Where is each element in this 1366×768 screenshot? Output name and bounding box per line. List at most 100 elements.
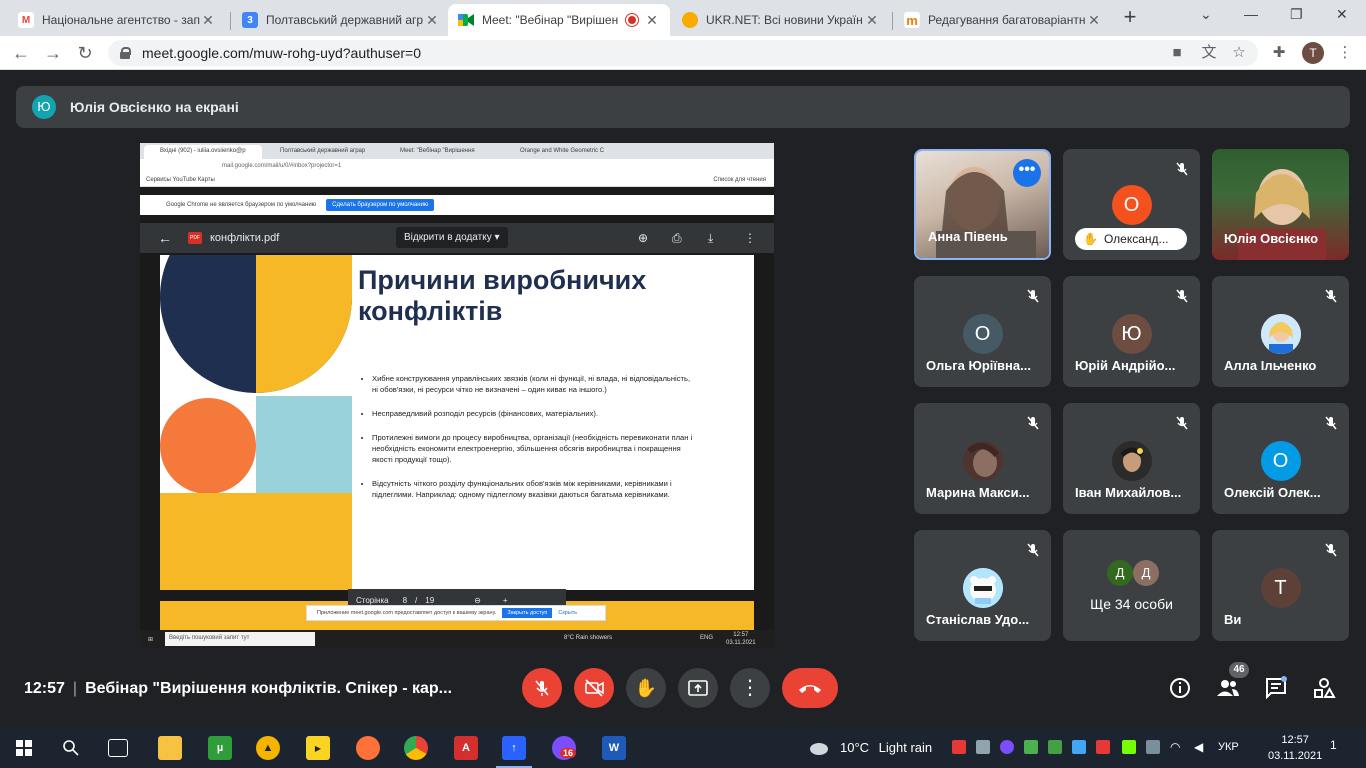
wifi-icon[interactable]: ◠ (1170, 740, 1184, 754)
close-tab-icon[interactable]: ✕ (424, 12, 440, 29)
inner-reading-list: Список для чтения (713, 177, 766, 183)
tab-title: Полтавський державний агр (266, 13, 424, 27)
browser-tab-agency[interactable]: M Національне агентство - зап ✕ (8, 4, 226, 36)
participant-tile-anna[interactable]: ••• Анна Півень (914, 149, 1051, 260)
participant-tile-alla[interactable]: Алла Ільченко (1212, 276, 1349, 387)
participant-photo-avatar (962, 568, 1003, 608)
word-icon[interactable]: W (602, 736, 626, 760)
tray-shield-icon[interactable] (1048, 740, 1062, 754)
close-tab-icon[interactable]: ✕ (200, 12, 216, 29)
tab-title: Редагування багатоваріантн (928, 13, 1086, 27)
pdf-viewer-toolbar: ← PDF конфлікти.pdf Відкрити в додатку ▾… (140, 223, 774, 253)
inner-weather: 8°C Rain showers (564, 635, 613, 641)
tray-app-icon[interactable] (952, 740, 966, 754)
profile-avatar[interactable]: T (1302, 42, 1324, 64)
others-count-label: Ще 34 особи (1090, 596, 1173, 612)
weather-status[interactable]: 10°C Light rain (840, 740, 932, 755)
archicad-icon[interactable]: ▲ (256, 736, 280, 760)
browser-tab-university[interactable]: 3 Полтавський державний агр ✕ (232, 4, 450, 36)
camera-toggle-button[interactable] (574, 668, 614, 708)
raised-hand-icon: ✋ (1083, 232, 1098, 246)
extensions-icon[interactable]: ✚ (1270, 44, 1288, 62)
tray-app-icon[interactable] (976, 740, 990, 754)
notifications-icon[interactable]: 1 (1330, 738, 1348, 756)
participant-tile-others[interactable]: Д Д Ще 34 особи (1063, 530, 1200, 641)
close-window-icon[interactable]: ✕ (1336, 6, 1348, 23)
reload-icon[interactable]: ↻ (74, 42, 96, 64)
address-bar[interactable]: meet.google.com/muw-rohg-uyd?authuser=0 (108, 40, 1258, 66)
tray-app-icon[interactable] (1096, 740, 1110, 754)
inner-notice-text: Google Chrome не является браузером по у… (166, 202, 317, 208)
windows-start-icon[interactable] (16, 740, 32, 756)
inner-default-button: Сделать браузером по умолчанию (326, 199, 435, 211)
tray-app-icon[interactable] (1024, 740, 1038, 754)
tray-nvidia-icon[interactable] (1122, 740, 1136, 754)
participant-tile-ivan[interactable]: Іван Михайлов... (1063, 403, 1200, 514)
screen-share-notice: Приложение meet.google.com предоставляет… (306, 605, 606, 621)
chrome-icon[interactable] (404, 736, 428, 760)
search-icon[interactable] (62, 739, 80, 757)
slide-title: Причини виробничих конфліктів (358, 265, 647, 326)
leave-call-button[interactable] (782, 668, 838, 708)
more-options-icon[interactable]: ••• (1013, 159, 1041, 187)
activities-icon[interactable] (1312, 676, 1336, 700)
close-tab-icon[interactable]: ✕ (1086, 12, 1102, 29)
present-screen-button[interactable] (678, 668, 718, 708)
browser-tab-meet[interactable]: Meet: "Вебінар "Вирішен ✕ (448, 4, 670, 36)
raise-hand-button[interactable]: ✋ (626, 668, 666, 708)
participant-tile-stanislav[interactable]: Станіслав Удо... (914, 530, 1051, 641)
tab-search-icon[interactable]: ⌄ (1200, 6, 1212, 23)
volume-icon[interactable]: ◀ (1194, 740, 1208, 754)
info-icon[interactable] (1168, 676, 1192, 700)
mic-off-icon (535, 680, 549, 696)
active-app-icon[interactable]: ↑ (496, 736, 532, 768)
participant-tile-maryna[interactable]: Марина Макси... (914, 403, 1051, 514)
browser-tab-ukrnet[interactable]: UKR.NET: Всі новини Україн ✕ (672, 4, 890, 36)
camera-icon[interactable]: ■ (1168, 44, 1186, 62)
player-icon[interactable]: ▶ (306, 736, 330, 760)
close-tab-icon[interactable]: ✕ (864, 12, 880, 29)
utorrent-icon[interactable]: µ (208, 736, 232, 760)
participant-tile-oleksandr[interactable]: О ✋ Олександ... (1063, 149, 1200, 260)
slide-bullet: Хибне конструювання управлінських звязкі… (372, 373, 697, 395)
people-icon[interactable] (1216, 676, 1240, 700)
tab-divider (230, 12, 231, 30)
participant-tile-olha[interactable]: О Ольга Юріївна... (914, 276, 1051, 387)
inner-date: 03.11.2021 (726, 640, 756, 646)
tray-app-icon[interactable] (1072, 740, 1086, 754)
ukrnet-icon (682, 12, 698, 28)
keyboard-language[interactable]: УКР (1218, 741, 1239, 753)
meet-control-bar: 12:57 | Вебінар "Вирішення конфліктів. Спі… (0, 660, 1366, 718)
tray-viber-icon[interactable] (1000, 740, 1014, 754)
pdf-file-name: конфлікти.pdf (210, 232, 280, 244)
mic-toggle-button[interactable] (522, 668, 562, 708)
acrobat-icon[interactable]: A (454, 736, 478, 760)
mic-off-icon (1027, 543, 1039, 557)
more-options-button[interactable]: ⋮ (730, 668, 770, 708)
participant-tile-oleksii[interactable]: О Олексій Олек... (1212, 403, 1349, 514)
inner-lang: ENG (700, 635, 714, 641)
bookmark-star-icon[interactable]: ☆ (1230, 44, 1248, 62)
participant-tile-yuliia[interactable]: Юлія Овсієнко (1212, 149, 1349, 260)
browser-tab-moodle[interactable]: m Редагування багатоваріантн ✕ (894, 4, 1112, 36)
restore-icon[interactable]: ❐ (1290, 6, 1303, 23)
system-clock[interactable]: 12:57 03.11.2021 (1268, 732, 1322, 764)
participant-tile-self[interactable]: Т Ви (1212, 530, 1349, 641)
forward-icon[interactable]: → (42, 42, 64, 64)
minimize-icon[interactable]: — (1244, 6, 1258, 22)
tray-app-icon[interactable] (1146, 740, 1160, 754)
participant-tile-yurii[interactable]: Ю Юрій Андрійо... (1063, 276, 1200, 387)
menu-icon[interactable]: ⋮ (1336, 44, 1354, 62)
zoom-out-icon: ⊖ (474, 595, 481, 605)
chat-icon[interactable] (1264, 676, 1288, 700)
back-icon[interactable]: ← (10, 42, 32, 64)
raised-hand-chip: ✋ Олександ... (1075, 228, 1187, 250)
firefox-icon[interactable] (356, 736, 380, 760)
file-explorer-icon[interactable] (158, 736, 182, 760)
new-tab-button[interactable]: + (1120, 6, 1140, 28)
translate-icon[interactable]: 文 (1200, 44, 1218, 62)
task-view-icon[interactable] (108, 739, 128, 757)
hide-notice-button: Скрыть (558, 610, 578, 616)
viber-icon[interactable]: 16 (552, 736, 577, 760)
close-tab-icon[interactable]: ✕ (644, 12, 660, 29)
